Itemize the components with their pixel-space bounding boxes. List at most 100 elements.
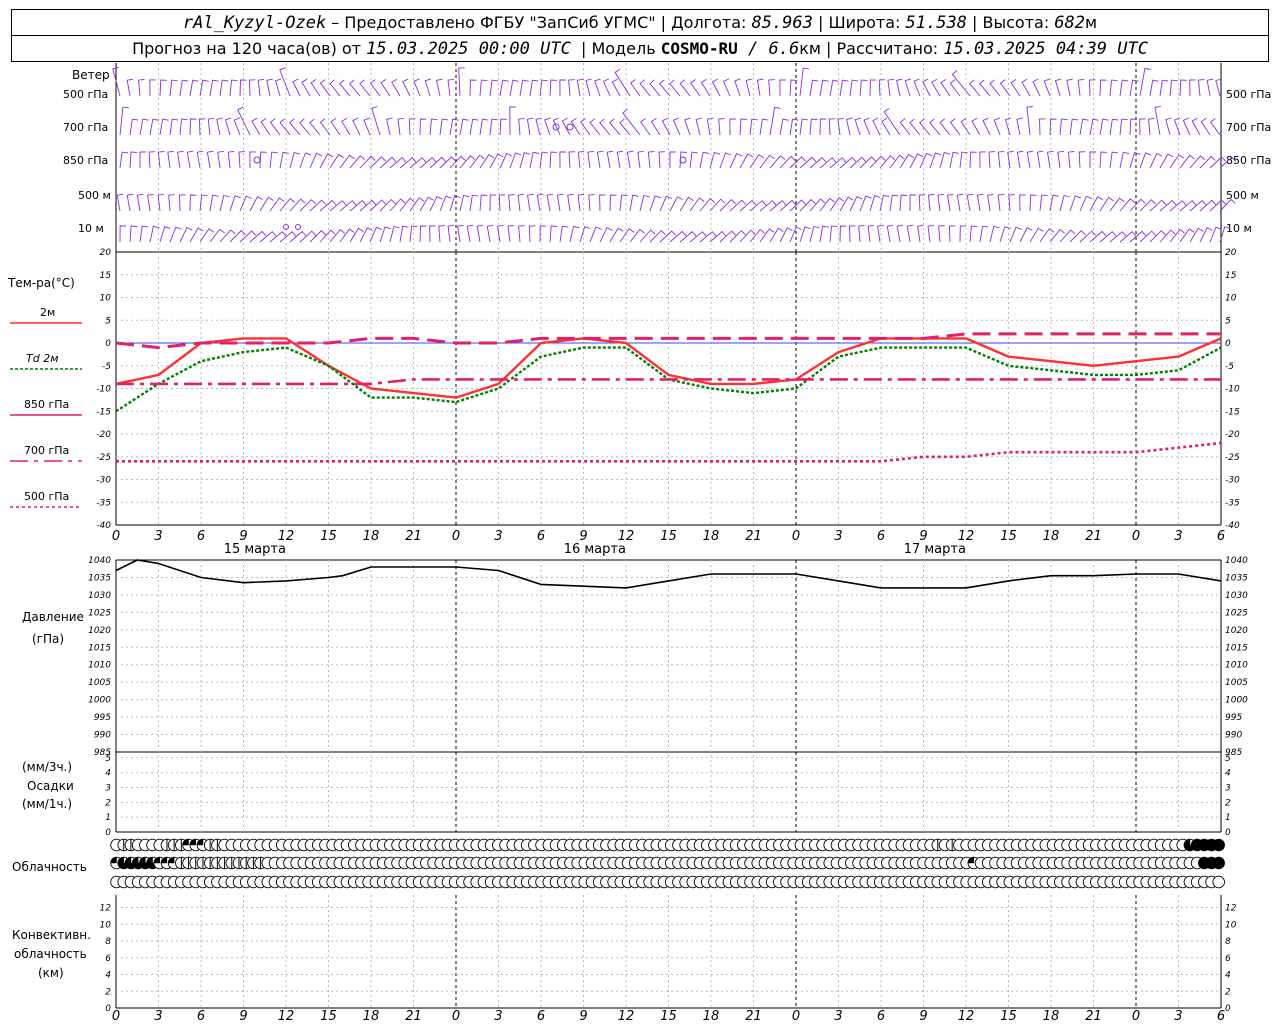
wind-barb: [799, 118, 809, 136]
precip-ytick-left: 3: [105, 784, 111, 794]
wind-barb: [436, 78, 443, 97]
wind-barb: [148, 151, 156, 169]
wind-barb: [489, 79, 499, 97]
wind-barb: [457, 224, 464, 243]
wind-barb: [576, 78, 584, 97]
wind-barb: [292, 78, 301, 97]
wind-barb: [249, 230, 267, 243]
wind-barb: [1209, 226, 1222, 243]
wind-barb: [649, 195, 661, 212]
temp-ytick-right: -10: [1225, 385, 1240, 395]
wind-barb: [589, 118, 601, 136]
wind-barb: [1209, 118, 1221, 136]
temp-xtick-label: 18: [363, 529, 380, 544]
bottom-xtick-label: 3: [154, 1009, 162, 1024]
conv-ytick-right: 0: [1225, 1004, 1231, 1014]
wind-barb: [809, 156, 827, 169]
wind-barb: [1169, 79, 1178, 97]
bottom-xtick-label: 0: [792, 1009, 800, 1024]
wind-barb: [1119, 230, 1137, 243]
wind-barb: [1079, 118, 1089, 136]
wind-barb: [1043, 78, 1051, 97]
temp-ytick-left: 5: [105, 316, 111, 326]
wind-barb: [1129, 198, 1146, 212]
wind-barb: [567, 193, 574, 212]
wind-barb: [429, 156, 447, 169]
temp-xtick-label: 3: [154, 529, 162, 544]
wind-barb: [559, 225, 569, 243]
wind-barb: [614, 68, 631, 97]
wind-barb: [179, 118, 188, 136]
wind-barb: [611, 78, 621, 97]
wind-barb: [976, 193, 984, 212]
wind-barb: [136, 193, 144, 212]
wind-barb: [1049, 118, 1057, 136]
wind-barb: [279, 151, 289, 169]
wind-barb: [937, 193, 944, 212]
pressure-ytick-left: 990: [94, 731, 111, 741]
wind-barb: [209, 79, 219, 97]
wind-barb: [1189, 79, 1196, 97]
wind-barb: [224, 117, 232, 136]
wind-barb: [596, 150, 604, 169]
temp-xtick-label: 15: [660, 529, 677, 544]
wind-barb: [706, 117, 714, 136]
wind-barb: [904, 78, 912, 97]
wind-barb: [139, 225, 149, 243]
wind-barb: [301, 78, 311, 97]
wind-barb: [1139, 199, 1156, 212]
wind-barb: [518, 225, 525, 243]
wind-barb: [519, 152, 531, 169]
wind-barb: [389, 225, 400, 243]
wind-barb: [266, 78, 273, 97]
wind-barb: [168, 194, 175, 212]
bottom-xtick-label: 0: [1132, 1009, 1140, 1024]
wind-barb: [196, 150, 204, 169]
wind-barb: [709, 230, 727, 243]
wind-barb: [546, 193, 554, 212]
precip-ytick-left: 1: [105, 813, 111, 823]
wind-barb: [1021, 78, 1031, 97]
wind-barb: [699, 151, 710, 169]
wind-barb: [129, 225, 138, 243]
wind-barb: [869, 195, 881, 212]
wind-barb: [729, 199, 747, 212]
temp-ytick-right: -40: [1225, 521, 1240, 531]
wind-barb: [349, 79, 361, 97]
wind-barb: [349, 199, 367, 212]
wind-barb: [979, 225, 989, 243]
bottom-xtick-label: 12: [958, 1009, 975, 1024]
wind-barb: [159, 226, 171, 243]
wind-barb: [299, 199, 316, 212]
wind-barb: [568, 79, 575, 97]
wind-barb: [1099, 230, 1117, 243]
wind-barb: [909, 194, 917, 212]
wind-barb: [169, 79, 178, 97]
wind-barb: [602, 78, 611, 97]
wind-barb: [1039, 118, 1046, 136]
wind-barb: [951, 70, 971, 97]
pressure-ytick-right: 1010: [1225, 661, 1248, 671]
wind-barb: [589, 226, 602, 243]
wind-barb: [399, 157, 417, 169]
wind-barb: [1199, 199, 1217, 212]
pressure-ytick-right: 1020: [1225, 626, 1248, 636]
wind-barb: [269, 118, 281, 136]
temp-xtick-label: 21: [1085, 529, 1102, 544]
pressure-ytick-right: 1005: [1225, 678, 1248, 688]
wind-barb: [637, 150, 644, 169]
precip-ytick-left: 5: [105, 754, 111, 764]
wind-barb: [722, 78, 731, 97]
bottom-xtick-label: 15: [320, 1009, 337, 1024]
wind-barb: [116, 193, 124, 212]
wind-barb: [629, 194, 639, 212]
temp-xtick-label: 15: [320, 529, 337, 544]
wind-barb: [330, 118, 341, 136]
wind-barb: [369, 199, 387, 212]
pressure-ytick-left: 1030: [88, 591, 111, 601]
wind-barb: [419, 225, 427, 243]
wind-barb: [269, 231, 287, 243]
wind-barb: [1016, 117, 1023, 136]
wind-barb: [1059, 118, 1068, 136]
wind-barb: [609, 118, 621, 136]
